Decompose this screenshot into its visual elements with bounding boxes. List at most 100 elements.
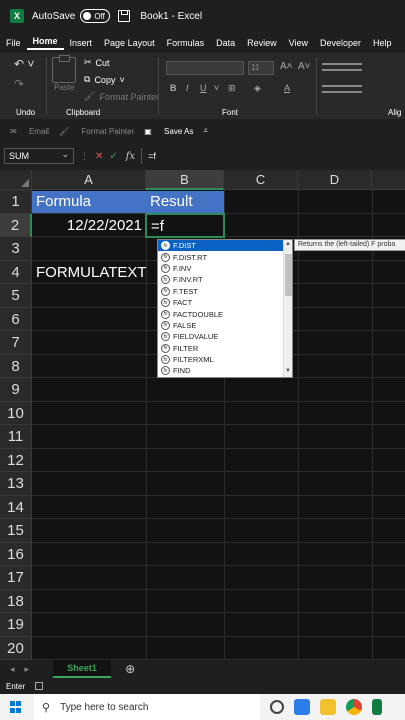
column-header-b[interactable]: B xyxy=(146,170,224,190)
row-header-14[interactable]: 14 xyxy=(0,495,32,519)
autocomplete-item[interactable]: fx F.DIST.RT xyxy=(158,251,292,262)
function-autocomplete-list[interactable]: fx F.DIST fx F.DIST.RT fx F.INV fx F.INV.RT fx F.… xyxy=(157,239,293,378)
column-header-a[interactable]: A xyxy=(32,170,146,190)
browser-icon[interactable] xyxy=(294,699,310,715)
cell-a4[interactable]: FORMULATEXT xyxy=(32,261,151,284)
row-header-5[interactable]: 5 xyxy=(0,284,32,308)
align-top-icon[interactable] xyxy=(322,63,362,65)
font-color-icon[interactable]: A xyxy=(284,83,290,93)
row-header-1[interactable]: 1 xyxy=(0,190,32,214)
cancel-icon[interactable]: ✕ xyxy=(95,151,103,162)
autocomplete-item[interactable]: fx F.INV xyxy=(158,263,292,274)
autocomplete-item[interactable]: fx FILTERXML xyxy=(158,354,292,365)
autocomplete-item[interactable]: fx F.TEST xyxy=(158,286,292,297)
autocomplete-item[interactable]: fx FACTDOUBLE xyxy=(158,308,292,319)
row-header-9[interactable]: 9 xyxy=(0,378,32,402)
row-header-15[interactable]: 15 xyxy=(0,519,32,543)
align-center-icon[interactable] xyxy=(322,91,362,93)
tab-formulas[interactable]: Formulas xyxy=(161,38,211,48)
column-header-e[interactable] xyxy=(372,170,405,190)
excel-taskbar-icon[interactable] xyxy=(372,699,382,715)
tab-page-layout[interactable]: Page Layout xyxy=(98,38,161,48)
chevron-down-icon[interactable]: ˅ xyxy=(214,83,219,93)
row-header-20[interactable]: 20 xyxy=(0,636,32,660)
cell-a1[interactable]: Formula xyxy=(32,191,146,213)
format-painter-button[interactable]: 🖌 Format Painter xyxy=(84,91,159,102)
row-header-3[interactable]: 3 xyxy=(0,237,32,261)
tab-data[interactable]: Data xyxy=(210,38,241,48)
row-header-11[interactable]: 11 xyxy=(0,425,32,449)
tab-help[interactable]: Help xyxy=(367,38,398,48)
insert-function-icon[interactable]: fx xyxy=(126,151,135,162)
redo-icon[interactable]: ↷ xyxy=(14,77,24,91)
align-middle-icon[interactable] xyxy=(322,69,362,71)
autocomplete-item[interactable]: fx FIELDVALUE xyxy=(158,331,292,342)
cell-b1[interactable]: Result xyxy=(146,191,224,213)
row-header-10[interactable]: 10 xyxy=(0,401,32,425)
paste-button-label[interactable]: Paste xyxy=(54,83,74,92)
enter-check-icon[interactable]: ✓ xyxy=(109,151,117,162)
chrome-icon[interactable] xyxy=(346,699,362,715)
email-button[interactable]: ✉ Email xyxy=(10,127,49,136)
borders-icon[interactable]: ⊞ xyxy=(228,83,236,94)
tab-review[interactable]: Review xyxy=(241,38,283,48)
task-view-icon[interactable] xyxy=(270,700,284,714)
tab-view[interactable]: View xyxy=(283,38,314,48)
row-header-12[interactable]: 12 xyxy=(0,448,32,472)
autocomplete-item[interactable]: fx FIND xyxy=(158,365,292,376)
tab-home[interactable]: Home xyxy=(26,36,64,50)
row-header-13[interactable]: 13 xyxy=(0,472,32,496)
autocomplete-item[interactable]: fx F.INV.RT xyxy=(158,274,292,285)
name-box[interactable]: SUM xyxy=(4,147,74,164)
column-header-c[interactable]: C xyxy=(224,170,298,190)
autocomplete-item[interactable]: fx FILTER xyxy=(158,343,292,354)
row-header-6[interactable]: 6 xyxy=(0,307,32,331)
column-header-d[interactable]: D xyxy=(298,170,372,190)
underline-icon[interactable]: U xyxy=(200,83,207,93)
autocomplete-item[interactable]: fx FACT xyxy=(158,297,292,308)
row-header-17[interactable]: 17 xyxy=(0,566,32,590)
autocomplete-item[interactable]: fx FALSE xyxy=(158,320,292,331)
active-cell-b2[interactable]: =f xyxy=(145,213,225,238)
bold-icon[interactable]: B xyxy=(170,83,177,93)
autosave-toggle[interactable]: Off xyxy=(80,9,111,23)
tab-insert[interactable]: Insert xyxy=(64,38,99,48)
autocomplete-item[interactable]: fx F.DIST xyxy=(158,240,292,252)
row-header-7[interactable]: 7 xyxy=(0,331,32,355)
font-name-select[interactable] xyxy=(166,61,244,75)
decrease-font-icon[interactable]: A˅ xyxy=(298,61,311,72)
windows-start-icon[interactable] xyxy=(10,701,22,713)
cut-button[interactable]: ✂ Cut xyxy=(84,57,110,68)
copy-button[interactable]: ⧉ Copy ˅ xyxy=(84,74,125,85)
paste-icon[interactable] xyxy=(52,55,76,83)
scroll-down-icon[interactable]: ▼ xyxy=(285,368,291,374)
undo-icon[interactable]: ↶ ˅ xyxy=(14,57,34,71)
font-size-select[interactable]: 11 xyxy=(248,61,274,75)
accessibility-icon[interactable] xyxy=(35,682,44,690)
next-sheet-icon[interactable]: ▸ xyxy=(25,664,30,675)
row-header-4[interactable]: 4 xyxy=(0,260,32,284)
row-header-19[interactable]: 19 xyxy=(0,613,32,637)
scroll-up-icon[interactable]: ▲ xyxy=(285,241,291,247)
row-header-8[interactable]: 8 xyxy=(0,354,32,378)
fill-color-icon[interactable]: ◈ xyxy=(254,83,261,94)
tab-file[interactable]: File xyxy=(0,38,27,48)
select-all-corner[interactable] xyxy=(0,170,32,190)
cell-a2[interactable]: 12/22/2021 xyxy=(32,214,146,237)
autocomplete-scrollbar[interactable]: ▲ ▼ xyxy=(283,240,292,377)
sheet-tab-sheet1[interactable]: Sheet1 xyxy=(53,660,112,678)
format-painter-quick-button[interactable]: 🖌 Format Painter xyxy=(59,127,134,136)
increase-font-icon[interactable]: A˄ xyxy=(280,61,293,72)
align-left-icon[interactable] xyxy=(322,85,362,87)
row-header-2[interactable]: 2 xyxy=(0,213,32,237)
prev-sheet-icon[interactable]: ◂ xyxy=(10,664,15,675)
scrollbar-thumb[interactable] xyxy=(285,254,292,296)
save-as-button[interactable]: ▣ Save As xyxy=(144,127,193,136)
row-header-18[interactable]: 18 xyxy=(0,589,32,613)
customize-quick-access-icon[interactable]: ⩡ xyxy=(203,126,208,136)
formula-input[interactable]: =f xyxy=(141,148,405,164)
taskbar-search-box[interactable]: ⚲ Type here to search xyxy=(34,694,260,720)
tab-developer[interactable]: Developer xyxy=(314,38,367,48)
italic-icon[interactable]: I xyxy=(186,83,189,93)
add-sheet-icon[interactable]: ⊕ xyxy=(125,662,135,676)
